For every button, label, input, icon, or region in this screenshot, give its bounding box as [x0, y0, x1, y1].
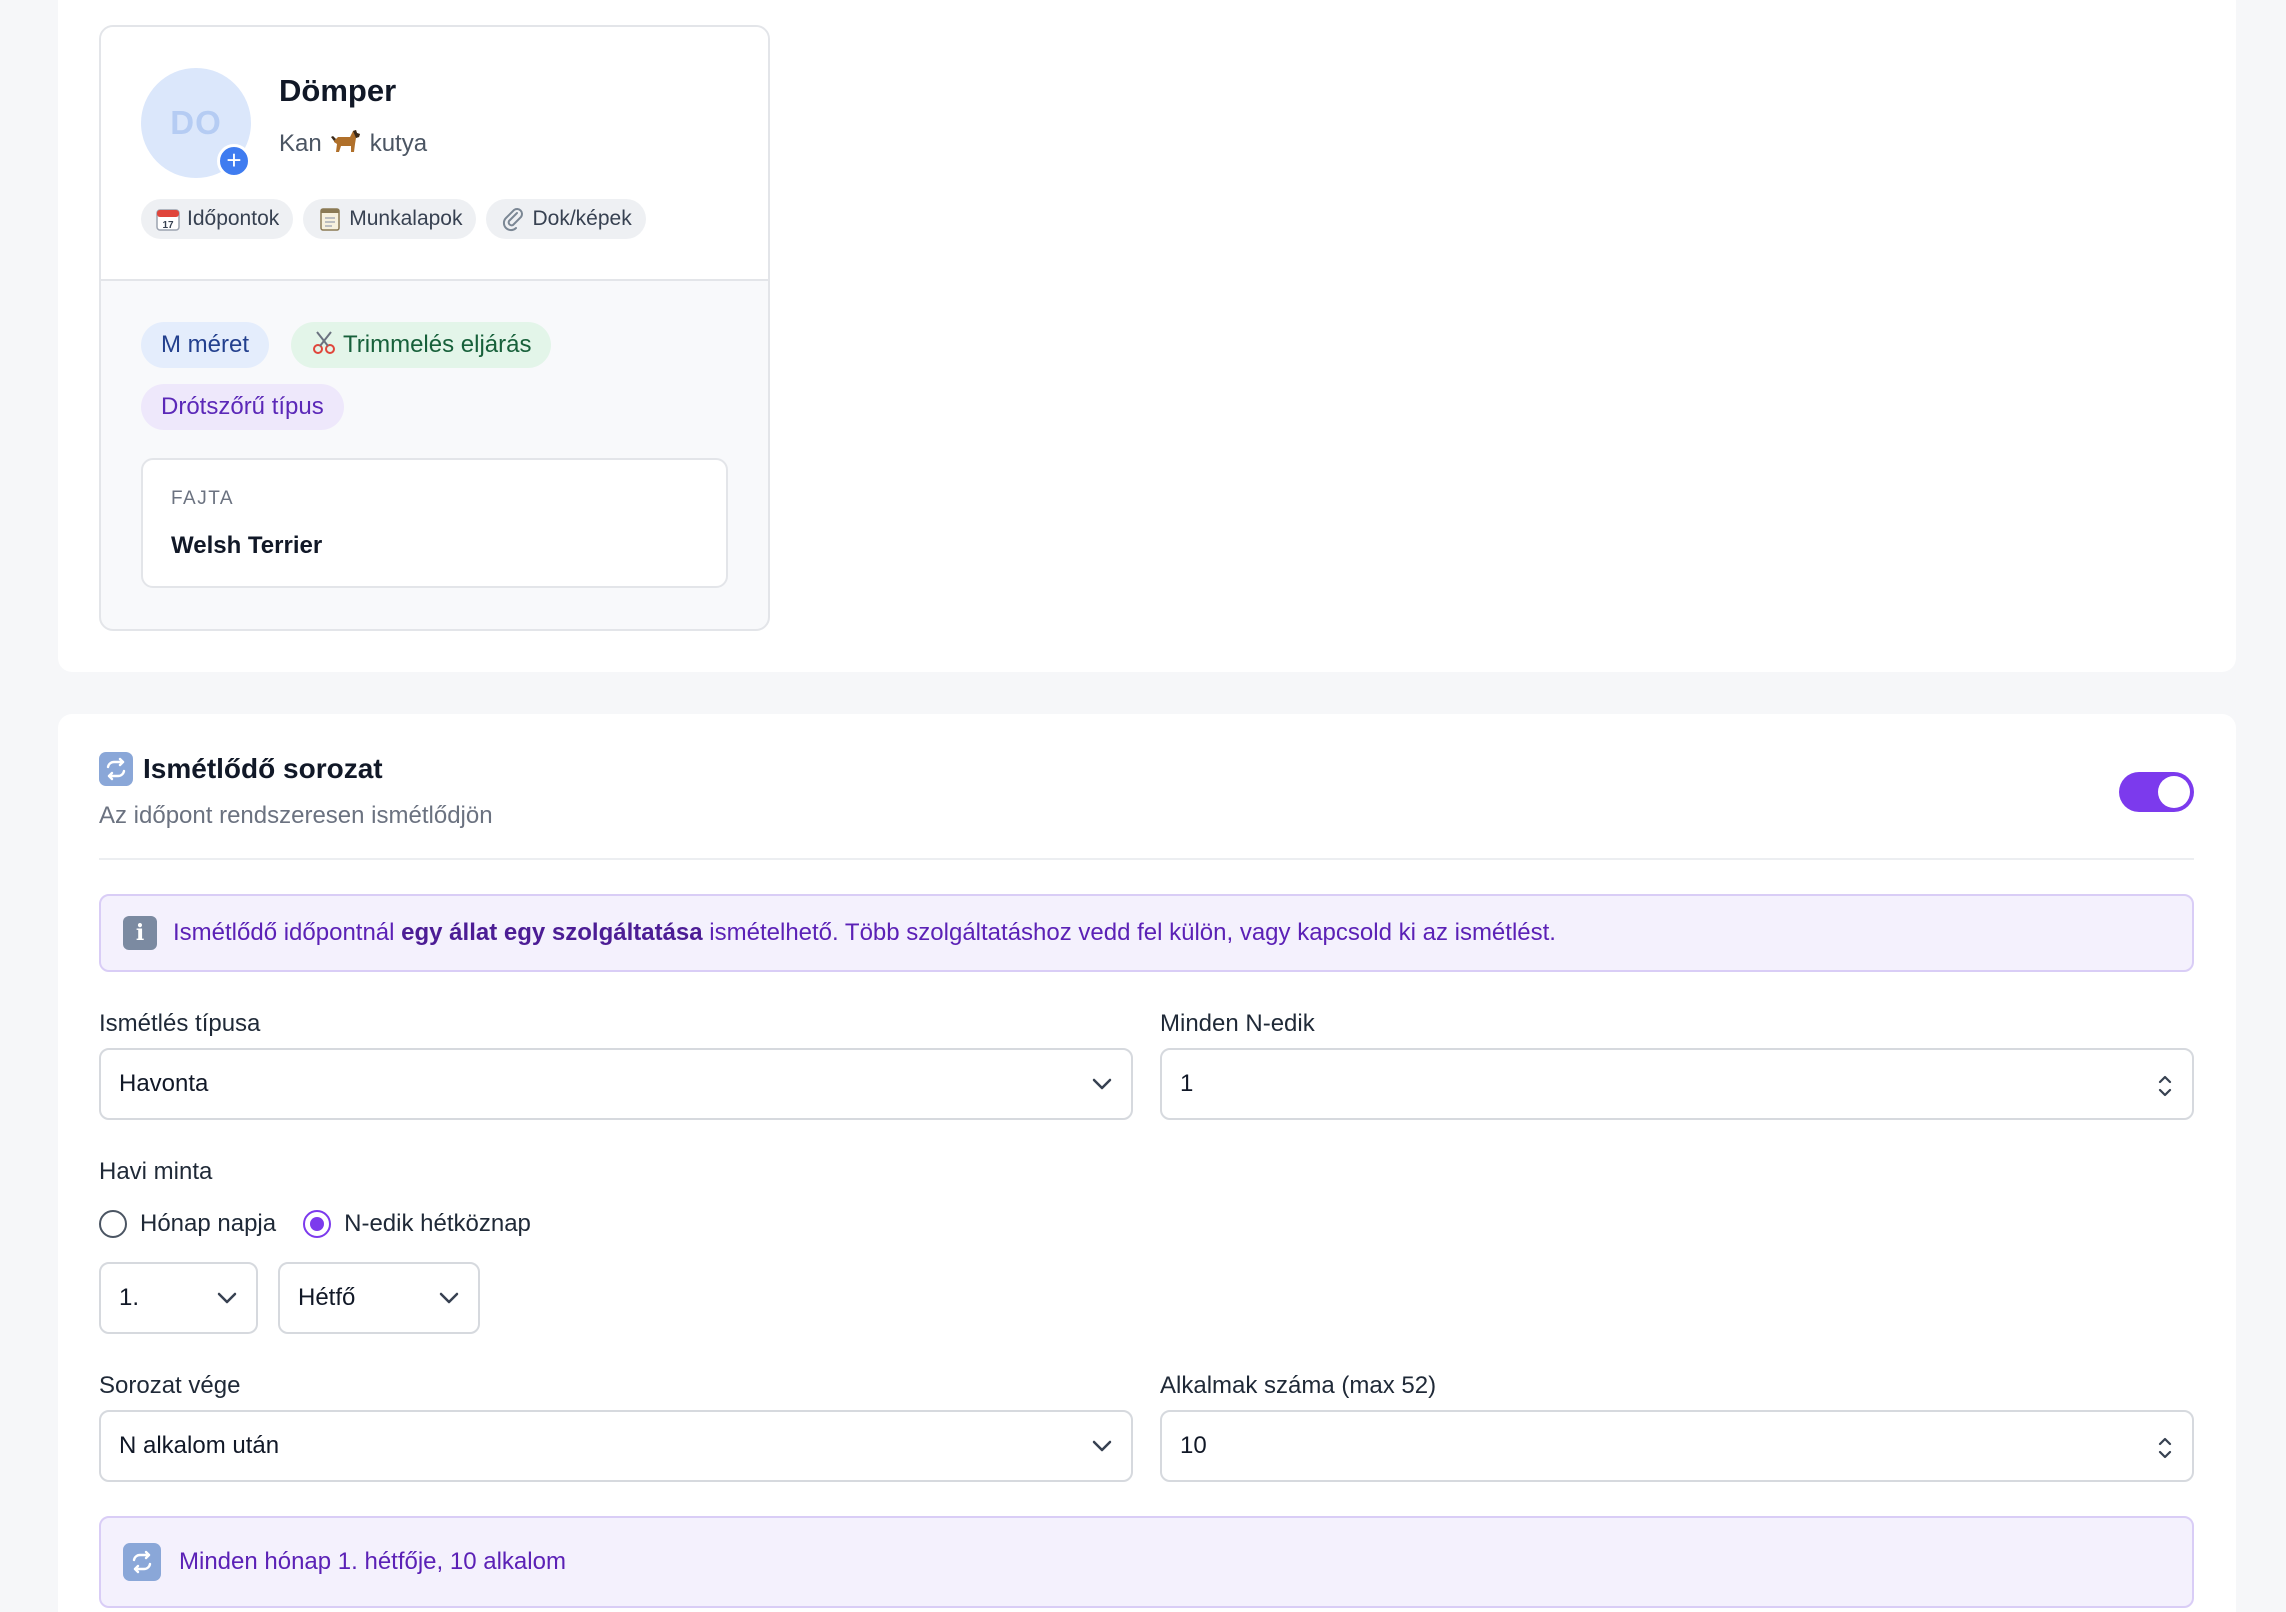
breed-value: Welsh Terrier	[171, 532, 323, 559]
section-divider	[99, 858, 2194, 860]
info-text: Ismétlődő időpontnál egy állat egy szolg…	[173, 919, 1556, 947]
series-end-value: N alkalom után	[119, 1432, 280, 1459]
size-tag: M méret	[141, 322, 270, 368]
repeat-icon	[123, 1543, 161, 1581]
pet-card-header: DO + Dömper Kan kutya 17 Időpontok Munka…	[101, 27, 768, 281]
appointments-link[interactable]: 17 Időpontok	[141, 199, 294, 239]
recurring-title: Ismétlődő sorozat	[99, 752, 383, 786]
summary-text: Minden hónap 1. hétfője, 10 alkalom	[179, 1548, 566, 1575]
radio-circle-selected[interactable]	[303, 1210, 332, 1238]
monthly-pattern-label: Havi minta	[99, 1158, 213, 1185]
recurring-toggle[interactable]	[2119, 772, 2194, 812]
chevron-down-icon	[217, 1292, 237, 1304]
series-end-label: Sorozat vége	[99, 1372, 241, 1399]
documents-label: Dok/képek	[532, 207, 632, 230]
radio-day-of-month[interactable]: Hónap napja	[99, 1210, 276, 1238]
info-text-before: Ismétlődő időpontnál	[173, 919, 402, 946]
calendar-icon: 17	[155, 206, 181, 232]
radio-circle[interactable]	[99, 1210, 127, 1238]
occurrences-label: Alkalmak száma (max 52)	[1160, 1372, 1437, 1399]
weekday-value: Hétfő	[298, 1284, 356, 1311]
stepper-icon[interactable]	[2156, 1071, 2174, 1101]
every-n-input[interactable]: 1	[1160, 1048, 2194, 1120]
dog-icon	[330, 125, 362, 162]
occurrences-value: 10	[1180, 1432, 1207, 1459]
coat-type-tag: Drótszőrű típus	[141, 384, 344, 430]
info-text-bold: egy állat egy szolgáltatása	[401, 919, 703, 946]
monthly-pattern-options: Hónap napja N-edik hétköznap	[99, 1210, 558, 1238]
worksheets-label: Munkalapok	[349, 207, 463, 230]
info-icon: i	[123, 916, 157, 950]
repeat-icon	[99, 752, 133, 786]
pet-subtitle: Kan kutya	[279, 125, 427, 162]
worksheets-link[interactable]: Munkalapok	[303, 199, 477, 239]
chevron-down-icon	[439, 1292, 459, 1304]
ordinal-value: 1.	[119, 1284, 140, 1311]
pet-sex: Kan	[279, 129, 322, 157]
notepad-icon	[317, 206, 343, 232]
pet-card: DO + Dömper Kan kutya 17 Időpontok Munka…	[99, 25, 770, 631]
stepper-icon[interactable]	[2156, 1433, 2174, 1463]
breed-box: FAJTA Welsh Terrier	[141, 458, 728, 588]
toggle-knob	[2158, 776, 2190, 808]
repeat-type-value: Havonta	[119, 1070, 209, 1097]
procedure-tag: Trimmelés eljárás	[291, 322, 552, 368]
every-n-value: 1	[1180, 1070, 1194, 1097]
radio-day-of-month-label: Hónap napja	[140, 1210, 277, 1237]
chevron-down-icon	[1092, 1078, 1112, 1090]
series-end-select[interactable]: N alkalom után	[99, 1410, 1133, 1482]
avatar-initials: DO	[170, 104, 222, 141]
info-banner: i Ismétlődő időpontnál egy állat egy szo…	[99, 894, 2194, 972]
add-photo-button[interactable]: +	[217, 144, 251, 178]
procedure-label: Trimmelés eljárás	[343, 331, 532, 358]
chevron-down-icon	[1092, 1440, 1112, 1452]
radio-nth-weekday[interactable]: N-edik hétköznap	[303, 1210, 531, 1238]
radio-nth-weekday-label: N-edik hétköznap	[344, 1210, 531, 1237]
pet-species: kutya	[369, 129, 428, 157]
recurring-summary: Minden hónap 1. hétfője, 10 alkalom	[99, 1516, 2194, 1608]
weekday-select[interactable]: Hétfő	[278, 1262, 480, 1334]
svg-text:17: 17	[162, 220, 174, 231]
recurring-title-text: Ismétlődő sorozat	[143, 753, 383, 784]
recurring-subtitle: Az időpont rendszeresen ismétlődjön	[99, 802, 493, 829]
appointments-label: Időpontok	[187, 207, 280, 230]
info-text-after: ismételhető. Több szolgáltatáshoz vedd f…	[702, 919, 1556, 946]
occurrences-input[interactable]: 10	[1160, 1410, 2194, 1482]
repeat-type-label: Ismétlés típusa	[99, 1010, 261, 1037]
quick-links: 17 Időpontok Munkalapok Dok/képek	[141, 199, 646, 239]
scissors-icon	[311, 329, 337, 362]
paperclip-icon	[500, 206, 526, 232]
ordinal-select[interactable]: 1.	[99, 1262, 258, 1334]
every-n-label: Minden N-edik	[1160, 1010, 1315, 1037]
documents-link[interactable]: Dok/képek	[486, 199, 646, 239]
breed-label: FAJTA	[171, 488, 235, 509]
pet-name: Dömper	[279, 73, 397, 108]
repeat-type-select[interactable]: Havonta	[99, 1048, 1133, 1120]
